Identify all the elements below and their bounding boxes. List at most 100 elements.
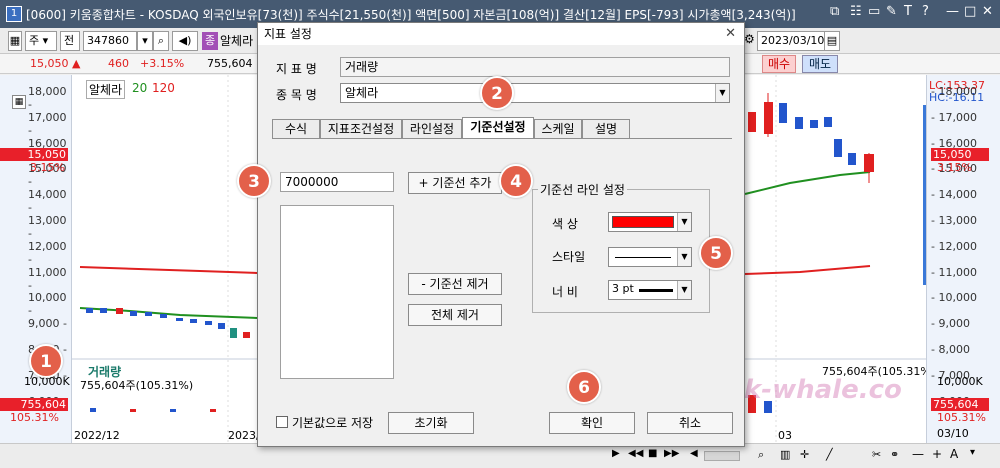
range-bar xyxy=(923,105,926,285)
x-axis-label-2: 2023/ xyxy=(228,429,260,442)
help-icon[interactable]: ? xyxy=(922,4,929,19)
chart-legend-name: 알체라 xyxy=(86,80,126,99)
ma20-legend: 20 xyxy=(132,81,148,95)
remove-baseline-button[interactable]: - 기준선 제거 xyxy=(408,273,502,295)
period-value: 주 xyxy=(29,34,40,47)
crosshair-icon[interactable]: ✛ xyxy=(800,448,809,461)
tab-divider xyxy=(272,138,732,139)
settings-icon[interactable]: ⚙ xyxy=(744,32,755,46)
font-size-icon[interactable]: A xyxy=(950,447,958,461)
tab-line-settings[interactable]: 라인설정 xyxy=(402,119,462,138)
dropdown-icon[interactable]: ▾ xyxy=(970,447,975,458)
play-icon[interactable]: ▶ xyxy=(612,448,620,459)
horizontal-scrollbar[interactable] xyxy=(704,451,740,461)
scissors-icon[interactable]: ✂ xyxy=(872,448,881,461)
style-label: 스타일 xyxy=(552,250,586,264)
search-icon[interactable]: ⌕ xyxy=(758,448,764,462)
left-y-tick: 13,000 - xyxy=(28,214,67,240)
x-axis-label-4: 03/10 xyxy=(937,427,969,440)
left-volume-tag-rate: 105.31% xyxy=(10,411,59,424)
chart-type-icon[interactable]: ▥ xyxy=(780,448,790,461)
save-default-checkbox[interactable] xyxy=(276,416,288,428)
table-icon[interactable]: ▦ xyxy=(12,95,26,109)
period-select[interactable]: 주 ▾ xyxy=(25,31,57,51)
dialog-title: 지표 설정 xyxy=(264,27,312,41)
stop-icon[interactable]: ■ xyxy=(648,448,657,459)
baseline-list[interactable] xyxy=(280,205,394,379)
right-y-tick: - 13,000 xyxy=(931,214,977,227)
left-price-axis: ▦ 18,000 -17,000 -16,000 -15,000 -14,000… xyxy=(0,75,260,443)
grid-icon[interactable]: ☷ xyxy=(850,4,862,19)
callout-marker-6: 6 xyxy=(567,370,601,404)
scope-button[interactable]: 전 xyxy=(60,31,80,51)
text-icon[interactable]: T xyxy=(904,4,912,19)
close-icon[interactable]: ✕ xyxy=(982,4,993,19)
width-select[interactable]: 3 pt ▼ xyxy=(608,280,692,300)
forward-icon[interactable]: ▶▶ xyxy=(664,448,679,459)
left-y-tick: 11,000 - xyxy=(28,265,67,292)
stock-name-label: 알체라 xyxy=(220,34,254,48)
baseline-value-input[interactable]: 7000000 xyxy=(280,172,394,192)
right-volume-tag: 755,604 xyxy=(931,398,989,411)
tab-indicator-condition[interactable]: 지표조건설정 xyxy=(320,119,402,138)
chevron-down-icon: ▼ xyxy=(715,84,729,102)
draw-tool-icon[interactable]: ╱ xyxy=(826,448,833,461)
x-axis-label-1: 2022/12 xyxy=(74,429,120,442)
cancel-button[interactable]: 취소 xyxy=(647,412,733,434)
chevron-down-icon: ▼ xyxy=(677,213,691,231)
sound-icon[interactable]: ◀) xyxy=(172,31,198,51)
window-number-badge: 1 xyxy=(6,6,22,22)
grid-toggle-icon[interactable]: ▦ xyxy=(8,31,22,51)
watermark: k-whale.co xyxy=(744,375,902,405)
scroll-left-icon[interactable]: ◀ xyxy=(690,448,698,459)
ok-button[interactable]: 확인 xyxy=(549,412,635,434)
right-volume-tick: 10,000K xyxy=(937,375,983,388)
zoom-out-icon[interactable]: — xyxy=(912,447,924,461)
date-input[interactable]: 2023/03/10 xyxy=(757,31,825,51)
remove-all-button[interactable]: 전체 제거 xyxy=(408,304,502,326)
rewind-icon[interactable]: ◀◀ xyxy=(628,448,643,459)
zoom-in-icon[interactable]: + xyxy=(932,447,942,461)
left-price-tag: 15,050 xyxy=(0,148,68,161)
tab-baseline-settings[interactable]: 기준선설정 xyxy=(462,117,534,138)
right-y-tick: - 11,000 xyxy=(931,265,977,279)
callout-marker-1: 1 xyxy=(29,344,63,378)
buy-button[interactable]: 매수 xyxy=(762,55,796,73)
restore-icon[interactable]: ⧉ xyxy=(830,4,839,19)
style-select[interactable]: ▼ xyxy=(608,247,692,267)
link-icon[interactable]: ⚭ xyxy=(890,448,899,461)
left-y-tick: 9,000 - xyxy=(28,317,67,331)
stock-code-input[interactable]: 347860 xyxy=(83,31,137,51)
stock-name-select[interactable]: 알체라 ▼ xyxy=(340,83,730,103)
reset-button[interactable]: 초기화 xyxy=(388,412,474,434)
window-title: [0600] 키움종합차트 - KOSDAQ 외국인보유[73(천)] 주식수[… xyxy=(26,7,796,22)
stock-name-value: 알체라 xyxy=(345,86,379,100)
sell-button[interactable]: 매도 xyxy=(802,55,838,73)
right-price-tag: 15,050 xyxy=(931,148,989,161)
color-select[interactable]: ▼ xyxy=(608,212,692,232)
left-y-tick: 12,000 - xyxy=(28,239,67,266)
dialog-close-icon[interactable]: ✕ xyxy=(725,23,736,45)
chevron-down-icon: ▼ xyxy=(677,248,691,266)
tab-description[interactable]: 설명 xyxy=(582,119,630,138)
indicator-name-label: 지 표 명 xyxy=(276,62,317,76)
tab-scale[interactable]: 스케일 xyxy=(534,119,582,138)
price-change: 460 xyxy=(108,57,129,70)
add-baseline-button[interactable]: + 기준선 추가 xyxy=(408,172,502,194)
left-y-tick: 18,000 - xyxy=(28,85,67,111)
right-y-tick: - 17,000 xyxy=(931,110,977,124)
left-y-tick: 17,000 - xyxy=(28,110,67,137)
right-y-tick: - 12,000 xyxy=(931,239,977,253)
code-dropdown-icon[interactable]: ▾ xyxy=(137,31,153,51)
maximize-icon[interactable]: □ xyxy=(964,4,976,19)
minimize-icon[interactable]: — xyxy=(946,4,959,19)
tab-formula[interactable]: 수식 xyxy=(272,119,320,138)
callout-marker-2: 2 xyxy=(480,76,514,110)
pin-icon[interactable]: ✎ xyxy=(886,4,897,19)
window-icon[interactable]: ▭ xyxy=(868,4,880,19)
search-icon[interactable]: ⌕ xyxy=(153,31,169,51)
dialog-title-bar: 지표 설정 xyxy=(258,23,744,45)
calendar-icon[interactable]: ▤ xyxy=(824,31,840,51)
current-price: 15,050 xyxy=(30,57,69,70)
ma20-line-right xyxy=(744,171,871,195)
